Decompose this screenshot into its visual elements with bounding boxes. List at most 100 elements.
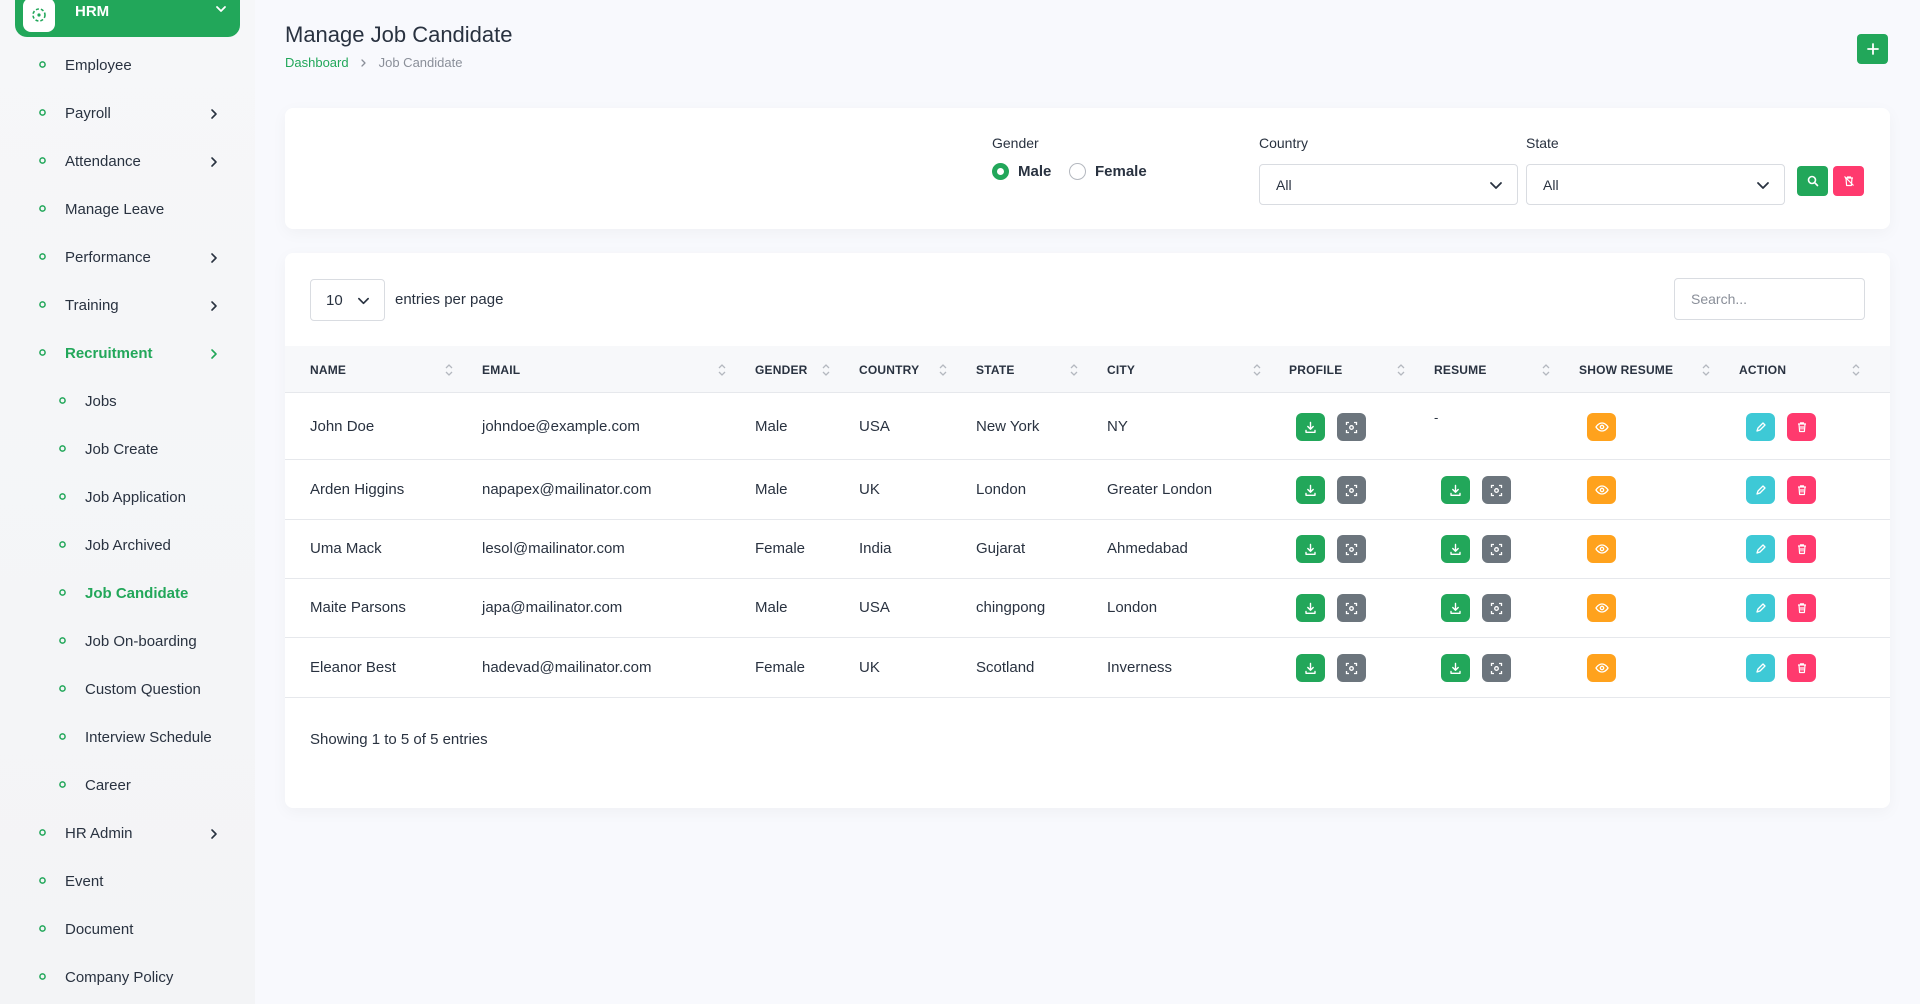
sidebar-item-performance[interactable]: Performance — [0, 237, 255, 277]
column-header-city[interactable]: CITY — [1107, 363, 1135, 377]
show-resume-button[interactable] — [1587, 535, 1616, 563]
resume-download-button[interactable] — [1441, 535, 1470, 563]
sidebar-item-payroll[interactable]: Payroll — [0, 93, 255, 133]
sidebar-item-interview-schedule[interactable]: Interview Schedule — [0, 717, 255, 757]
table-row: Arden Higgins napapex@mailinator.com Mal… — [285, 460, 1890, 520]
sidebar-item-job-application[interactable]: Job Application — [0, 477, 255, 517]
sidebar-item-recruitment[interactable]: Recruitment — [0, 333, 255, 373]
profile-preview-button[interactable] — [1337, 413, 1366, 441]
column-header-profile[interactable]: PROFILE — [1289, 363, 1342, 377]
sort-icon[interactable] — [445, 362, 453, 378]
sort-icon[interactable] — [1702, 362, 1710, 378]
sidebar-item-attendance[interactable]: Attendance — [0, 141, 255, 181]
column-header-action[interactable]: ACTION — [1739, 363, 1786, 377]
delete-button[interactable] — [1787, 476, 1816, 504]
sidebar-item-document[interactable]: Document — [0, 909, 255, 949]
add-candidate-button[interactable] — [1857, 34, 1888, 64]
sort-icon[interactable] — [1397, 362, 1405, 378]
search-input[interactable] — [1674, 278, 1865, 320]
resume-preview-button[interactable] — [1482, 535, 1511, 563]
sidebar-item-job-candidate[interactable]: Job Candidate — [0, 573, 255, 613]
cell-name: Eleanor Best — [310, 659, 396, 676]
profile-preview-button[interactable] — [1337, 654, 1366, 682]
delete-button[interactable] — [1787, 413, 1816, 441]
show-resume-button[interactable] — [1587, 476, 1616, 504]
gender-male-radio[interactable]: Male — [992, 163, 1051, 180]
bullet-icon — [59, 733, 66, 740]
resume-preview-button[interactable] — [1482, 476, 1511, 504]
edit-button[interactable] — [1746, 413, 1775, 441]
download-icon — [1450, 602, 1461, 614]
chevron-down-icon[interactable] — [214, 2, 228, 21]
sort-icon[interactable] — [1852, 362, 1860, 378]
sort-icon[interactable] — [939, 362, 947, 378]
edit-button[interactable] — [1746, 594, 1775, 622]
bullet-icon — [39, 829, 46, 836]
profile-preview-button[interactable] — [1337, 476, 1366, 504]
candidate-table-card: 10 entries per page NAME EMAIL GENDER CO… — [285, 253, 1890, 808]
country-select[interactable]: All — [1259, 164, 1518, 205]
column-header-country[interactable]: COUNTRY — [859, 363, 919, 377]
entries-per-page-select[interactable]: 10 — [310, 279, 385, 321]
resume-download-button[interactable] — [1441, 594, 1470, 622]
column-header-name[interactable]: NAME — [310, 363, 346, 377]
sort-icon[interactable] — [1070, 362, 1078, 378]
cell-gender: Male — [755, 418, 788, 435]
sidebar-item-training[interactable]: Training — [0, 285, 255, 325]
profile-preview-button[interactable] — [1337, 535, 1366, 563]
sidebar-item-job-create[interactable]: Job Create — [0, 429, 255, 469]
profile-download-button[interactable] — [1296, 654, 1325, 682]
sort-icon[interactable] — [718, 362, 726, 378]
resume-download-button[interactable] — [1441, 476, 1470, 504]
sort-icon[interactable] — [1542, 362, 1550, 378]
hrm-menu-header[interactable]: HRM — [15, 0, 240, 37]
sort-icon[interactable] — [822, 362, 830, 378]
sort-icon[interactable] — [1253, 362, 1261, 378]
sidebar-item-employee[interactable]: Employee — [0, 45, 255, 85]
cell-email: lesol@mailinator.com — [482, 540, 625, 557]
edit-button[interactable] — [1746, 476, 1775, 504]
column-header-state[interactable]: STATE — [976, 363, 1015, 377]
apply-filter-button[interactable] — [1797, 166, 1828, 196]
show-resume-button[interactable] — [1587, 654, 1616, 682]
chevron-right-icon — [211, 301, 217, 311]
sidebar-item-job-onboarding[interactable]: Job On-boarding — [0, 621, 255, 661]
edit-button[interactable] — [1746, 654, 1775, 682]
resume-preview-button[interactable] — [1482, 654, 1511, 682]
download-icon — [1450, 484, 1461, 496]
profile-download-button[interactable] — [1296, 476, 1325, 504]
reset-filter-button[interactable] — [1833, 166, 1864, 196]
column-header-gender[interactable]: GENDER — [755, 363, 808, 377]
gender-female-radio[interactable]: Female — [1069, 163, 1147, 180]
column-header-email[interactable]: EMAIL — [482, 363, 520, 377]
sidebar-item-jobs[interactable]: Jobs — [0, 381, 255, 421]
delete-button[interactable] — [1787, 654, 1816, 682]
sidebar-item-event[interactable]: Event — [0, 861, 255, 901]
resume-preview-button[interactable] — [1482, 594, 1511, 622]
column-header-resume[interactable]: RESUME — [1434, 363, 1487, 377]
resume-download-button[interactable] — [1441, 654, 1470, 682]
column-header-show-resume[interactable]: SHOW RESUME — [1579, 363, 1673, 377]
delete-button[interactable] — [1787, 594, 1816, 622]
sidebar-item-job-archived[interactable]: Job Archived — [0, 525, 255, 565]
profile-download-button[interactable] — [1296, 535, 1325, 563]
state-select[interactable]: All — [1526, 164, 1785, 205]
show-resume-button[interactable] — [1587, 594, 1616, 622]
breadcrumb: Dashboard Job Candidate — [285, 55, 462, 70]
sidebar-item-company-policy[interactable]: Company Policy — [0, 957, 255, 997]
sidebar-item-manage-leave[interactable]: Manage Leave — [0, 189, 255, 229]
delete-button[interactable] — [1787, 535, 1816, 563]
profile-download-button[interactable] — [1296, 594, 1325, 622]
sidebar-item-hr-admin[interactable]: HR Admin — [0, 813, 255, 853]
sidebar-item-label: Job Candidate — [85, 584, 189, 602]
show-resume-button[interactable] — [1587, 413, 1616, 441]
hrm-logo-icon — [23, 0, 55, 32]
sidebar-item-custom-question[interactable]: Custom Question — [0, 669, 255, 709]
sidebar-item-career[interactable]: Career — [0, 765, 255, 805]
edit-button[interactable] — [1746, 535, 1775, 563]
profile-download-button[interactable] — [1296, 413, 1325, 441]
profile-preview-button[interactable] — [1337, 594, 1366, 622]
cell-name: Arden Higgins — [310, 481, 405, 498]
trash-icon — [1797, 422, 1806, 433]
breadcrumb-dashboard-link[interactable]: Dashboard — [285, 55, 349, 70]
